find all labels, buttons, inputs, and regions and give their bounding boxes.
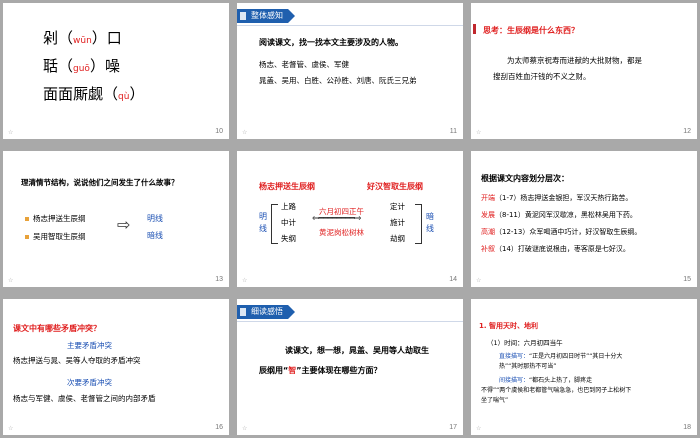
slide-number: 16 (215, 424, 223, 431)
indirect-description: 间接描写：“都石头上热了，脚疼走 (499, 377, 593, 384)
slide-thumbnail-16[interactable]: 课文中有哪些矛盾冲突？ 主要矛盾冲突 杨志押送与晁、吴等人夺取的矛盾冲突 次要矛… (3, 299, 229, 435)
pinyin-line-3: 面面厮觑（qù） (43, 85, 145, 103)
slide-transition-icon: ☆ (242, 425, 248, 432)
answer-line-2: 搜刮百姓血汗钱的不义之财。 (493, 72, 591, 81)
slide-transition-icon: ☆ (476, 425, 482, 432)
prompt-line-1: 读课文，想一想，晁盖、吴用等人劫取生 (285, 346, 429, 355)
right-step-3: 劫纲 (390, 234, 405, 243)
slide-number: 13 (215, 276, 223, 283)
time-line: （1）时间：六月初四当午 (487, 339, 563, 347)
slide-title: 阅读课文，找一找本文主要涉及的人物。 (259, 38, 403, 47)
structure-row-3: 高潮（12-13）众军喝酒中巧计，好汉智取生辰纲。 (481, 228, 642, 236)
slide-thumbnail-10[interactable]: 剁（wūn）口 聒（guō）噪 面面厮觑（qù） ☆ 10 (3, 3, 229, 139)
dark-line-label: 暗线 (147, 231, 163, 240)
plot-item-1: 杨志押送生辰纲 (25, 213, 86, 224)
bullet-icon (25, 217, 29, 221)
section-banner: 细读感悟 (237, 305, 295, 319)
accent-bar (473, 24, 476, 34)
slide-number: 15 (683, 276, 691, 283)
slide-thumbnail-14[interactable]: 杨志押送生辰纲 好汉智取生辰纲 明线 上路 中计 失纲 六月初四正午 ⇐━━━━… (237, 151, 463, 287)
right-step-1: 定计 (390, 202, 405, 211)
slide-transition-icon: ☆ (242, 129, 248, 136)
slide-transition-icon: ☆ (8, 277, 14, 284)
slide-number: 14 (449, 276, 457, 283)
slide-transition-icon: ☆ (242, 277, 248, 284)
slide-number: 10 (215, 128, 223, 135)
slide-transition-icon: ☆ (8, 425, 14, 432)
indirect-description-end: 坐了喘气” (481, 397, 509, 404)
left-vertical-label: 明线 (259, 212, 267, 233)
divider (237, 25, 463, 26)
double-arrow-icon: ⇐━━━━━━━━⇒ (312, 214, 361, 224)
slide-number: 18 (683, 424, 691, 431)
prompt-line-2: 辰纲用“智”主要体现在哪些方面？ (259, 366, 382, 375)
main-conflict-text: 杨志押送与晁、吴等人夺取的矛盾冲突 (13, 356, 141, 365)
right-bracket (415, 204, 422, 244)
slide-number: 12 (683, 128, 691, 135)
left-step-2: 中计 (281, 218, 296, 227)
plot-item-2: 吴用智取生辰纲 (25, 231, 86, 242)
slide-thumbnail-17[interactable]: 细读感悟 读课文，想一想，晁盖、吴用等人劫取生 辰纲用“智”主要体现在哪些方面？… (237, 299, 463, 435)
slide-thumbnail-15[interactable]: 根据课文内容划分层次： 开端（1-7）杨志押送金银担，军汉天热行路苦。 发展（8… (471, 151, 697, 287)
arrow-icon: ⇨ (117, 215, 131, 234)
left-step-3: 失纲 (281, 234, 296, 243)
slide-number: 11 (449, 128, 457, 135)
slide-transition-icon: ☆ (476, 129, 482, 136)
secondary-conflict-text: 杨志与军健、虞侯、老督管之间的内部矛盾 (13, 394, 156, 403)
divider (237, 321, 463, 322)
slide-thumbnail-12[interactable]: 思考：生辰纲是什么东西？ 为太师蔡京祝寿而进献的大批财物，都是 搜刮百姓血汗钱的… (471, 3, 697, 139)
indirect-description-cont: 不得”“两个虞侯和老都管气喘急急，也巴到冈子上松树下 (481, 387, 632, 394)
direct-description: 直接描写：“正是六月初四日时节”“其日十分大 (499, 353, 623, 360)
characters-line-2: 晁盖、吴用、白胜、公孙胜、刘唐、阮氏三兄弟 (259, 76, 417, 85)
structure-row-4: 补叙（14）打破谜底说根由，枣客原是七好汉。 (481, 245, 630, 253)
section-heading: 1. 智用天时、地利 (479, 322, 538, 330)
left-step-1: 上路 (281, 202, 296, 211)
pinyin-line-1: 剁（wūn）口 (43, 29, 122, 47)
section-banner: 整体感知 (237, 9, 295, 23)
slide-thumbnail-18[interactable]: 1. 智用天时、地利 （1）时间：六月初四当午 直接描写：“正是六月初四日时节”… (471, 299, 697, 435)
slide-transition-icon: ☆ (476, 277, 482, 284)
slide-question: 思考：生辰纲是什么东西？ (483, 26, 579, 35)
bullet-icon (25, 235, 29, 239)
slide-title: 理清情节结构，说说他们之间发生了什么故事？ (21, 178, 179, 187)
bright-line-label: 明线 (147, 214, 163, 223)
direct-description-cont: 热”“其时那热不可当” (499, 363, 557, 370)
slide-thumbnail-13[interactable]: 理清情节结构，说说他们之间发生了什么故事？ 杨志押送生辰纲 吴用智取生辰纲 ⇨ … (3, 151, 229, 287)
slide-question: 课文中有哪些矛盾冲突？ (13, 324, 101, 333)
slide-title: 根据课文内容划分层次： (481, 174, 569, 183)
left-bracket (271, 204, 278, 244)
characters-line-1: 杨志、老督管、虞侯、军健 (259, 60, 349, 69)
place-label: 黄泥岗松树林 (319, 228, 364, 237)
slide-transition-icon: ☆ (8, 129, 14, 136)
slide-number: 17 (449, 424, 457, 431)
main-conflict-heading: 主要矛盾冲突 (67, 341, 112, 350)
answer-line-1: 为太师蔡京祝寿而进献的大批财物，都是 (507, 56, 642, 65)
structure-row-2: 发展（8-11）黄泥冈军汉歇凉，黑松林吴用下药。 (481, 211, 637, 219)
slide-thumbnail-11[interactable]: 整体感知 阅读课文，找一找本文主要涉及的人物。 杨志、老督管、虞侯、军健 晁盖、… (237, 3, 463, 139)
structure-row-1: 开端（1-7）杨志押送金银担，军汉天热行路苦。 (481, 194, 633, 202)
left-heading: 杨志押送生辰纲 (259, 182, 315, 191)
right-vertical-label: 暗线 (426, 212, 434, 233)
pinyin-line-2: 聒（guō）噪 (43, 57, 120, 75)
right-heading: 好汉智取生辰纲 (367, 182, 423, 191)
secondary-conflict-heading: 次要矛盾冲突 (67, 378, 112, 387)
right-step-2: 施计 (390, 218, 405, 227)
